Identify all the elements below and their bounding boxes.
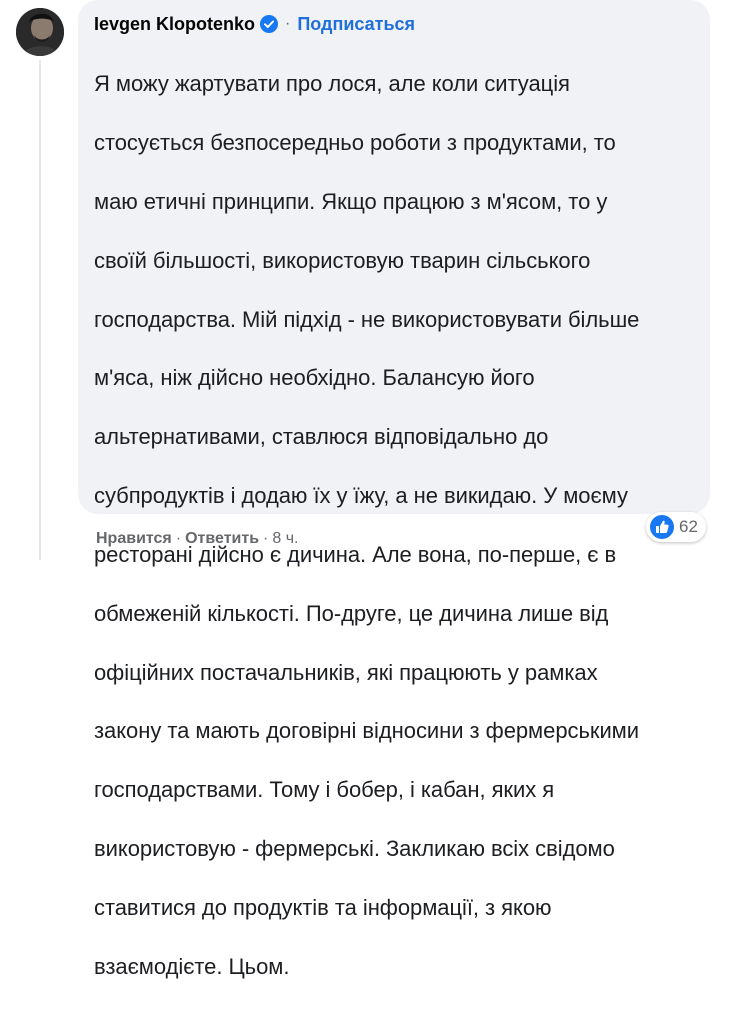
comment-timestamp[interactable]: 8 ч. xyxy=(272,530,298,548)
comment-actions: Нравится · Ответить · 8 ч. xyxy=(96,530,298,548)
comment-line: альтернативами, ставлюся відповідально д… xyxy=(94,424,549,450)
verified-badge-icon xyxy=(260,15,279,33)
action-separator: · xyxy=(263,530,269,547)
thread-line xyxy=(39,60,41,560)
like-button[interactable]: Нравится xyxy=(96,530,172,548)
header-separator: · xyxy=(285,15,291,32)
follow-button[interactable]: Подписаться xyxy=(297,14,415,35)
action-separator: · xyxy=(175,530,182,547)
comment-line: використовую - фермерські. Закликаю всіх… xyxy=(94,835,615,861)
comment-line: маю етичні принципи. Якщо працюю з м'ясо… xyxy=(94,189,608,215)
reaction-count: 62 xyxy=(679,517,698,536)
comment-line: господарства. Мій підхід - не використов… xyxy=(94,306,640,332)
comment-line: обмеженій кількості. По-друге, це дичина… xyxy=(94,600,609,626)
like-icon xyxy=(650,515,674,539)
reaction-summary[interactable]: 62 xyxy=(646,512,706,542)
comment-text: Я можу жартувати про лося, але коли ситу… xyxy=(94,40,694,1010)
comment-line: ставитися до продуктів та інформації, з … xyxy=(94,894,552,920)
comment-line: м'яса, ніж дійсно необхідно. Балансую йо… xyxy=(94,365,535,391)
author-name[interactable]: Ievgen Klopotenko xyxy=(94,14,255,35)
reply-button[interactable]: Ответить xyxy=(185,530,259,548)
comment-line: стосується безпосередньо роботи з продук… xyxy=(94,130,616,156)
author-avatar[interactable] xyxy=(16,8,64,56)
comment-line: субпродуктів і додаю їх у їжу, а не вики… xyxy=(94,483,628,509)
comment-bubble: Ievgen Klopotenko · Подписаться Я можу ж… xyxy=(78,0,710,979)
comment-line: господарствами. Тому і бобер, і кабан, я… xyxy=(94,777,555,803)
comment-line: взаємодієте. Цьом. xyxy=(94,953,290,979)
comment-header: Ievgen Klopotenko · Подписаться xyxy=(94,12,694,36)
comment-line: Я можу жартувати про лося, але коли ситу… xyxy=(94,71,570,97)
comment-line: офіційних постачальників, які працюють у… xyxy=(94,659,598,685)
comment-line: своїй більшості, використовую тварин сіл… xyxy=(94,247,591,273)
avatar-photo xyxy=(16,8,64,56)
comment-line: закону та мають договірні відносини з фе… xyxy=(94,718,639,744)
